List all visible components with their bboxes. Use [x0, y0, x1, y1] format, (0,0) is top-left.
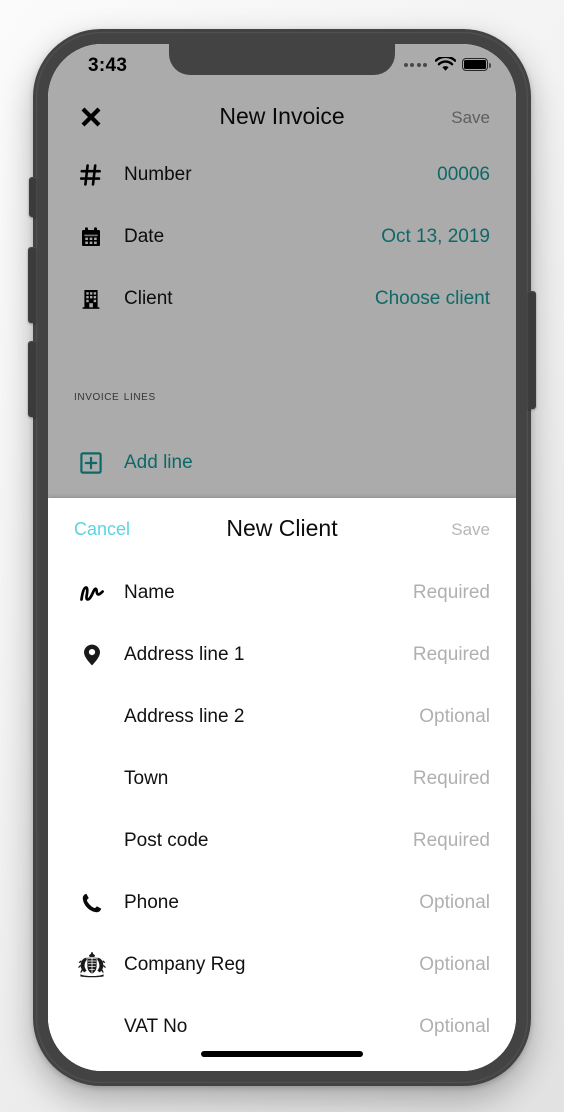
home-indicator[interactable]	[201, 1051, 363, 1057]
invoice-row-label: Date	[124, 226, 165, 247]
invoice-header: New Invoice Save	[48, 88, 516, 144]
invoice-row-client[interactable]: Client Choose client	[48, 268, 516, 330]
field-label: Company Reg	[124, 954, 246, 975]
invoice-save-button[interactable]: Save	[451, 108, 490, 128]
address-line-1-input[interactable]: Required	[413, 624, 490, 686]
coat-of-arms-icon	[74, 934, 110, 996]
field-row-company-reg[interactable]: Company Reg Optional	[48, 934, 516, 996]
town-input[interactable]: Required	[413, 748, 490, 810]
field-row-address-line-2[interactable]: Address line 2 Optional	[48, 686, 516, 748]
field-row-name[interactable]: Name Required	[48, 562, 516, 624]
wifi-icon	[435, 57, 456, 72]
phone-input[interactable]: Optional	[419, 872, 490, 934]
vat-no-input[interactable]: Optional	[419, 996, 490, 1058]
plus-box-icon	[74, 439, 108, 487]
invoice-row-number[interactable]: Number 00006	[48, 144, 516, 206]
volume-down-button[interactable]	[28, 247, 36, 323]
phone-device-frame: 3:43 New Invoice Save Number 00006 Date …	[28, 29, 536, 1086]
invoice-row-label: Client	[124, 288, 173, 309]
signal-strength-icon	[403, 62, 427, 67]
hash-icon	[74, 144, 108, 206]
invoice-row-date[interactable]: Date Oct 13, 2019	[48, 206, 516, 268]
name-input[interactable]: Required	[413, 562, 490, 624]
company-reg-input[interactable]: Optional	[419, 934, 490, 996]
field-label: Town	[124, 768, 169, 789]
status-time: 3:43	[88, 55, 128, 76]
silent-switch-button[interactable]	[29, 177, 36, 217]
invoice-number-value[interactable]: 00006	[437, 144, 490, 206]
field-row-town[interactable]: Town Required	[48, 748, 516, 810]
add-line-label: Add line	[124, 452, 193, 473]
device-notch	[169, 44, 395, 75]
battery-full-icon	[462, 58, 491, 71]
choose-client-button[interactable]: Choose client	[375, 268, 490, 330]
volume-up-button[interactable]	[28, 341, 36, 417]
new-client-sheet: Cancel New Client Save Name Required Add…	[48, 498, 516, 1071]
post-code-input[interactable]: Required	[413, 810, 490, 872]
field-label: Post code	[124, 830, 209, 851]
field-label: Address line 2	[124, 706, 245, 727]
power-button[interactable]	[528, 291, 536, 409]
field-label: Address line 1	[124, 644, 245, 665]
sheet-title: New Client	[226, 515, 338, 541]
location-pin-icon	[74, 624, 110, 686]
status-indicators	[403, 57, 491, 72]
field-label: VAT No	[124, 1016, 188, 1037]
invoice-lines-section-title: Invoice Lines	[74, 387, 156, 403]
page-title: New Invoice	[219, 103, 345, 129]
field-row-phone[interactable]: Phone Optional	[48, 872, 516, 934]
field-row-vat-no[interactable]: VAT No Optional	[48, 996, 516, 1058]
sheet-header: Cancel New Client Save	[48, 498, 516, 562]
building-icon	[74, 268, 108, 330]
invoice-date-value[interactable]: Oct 13, 2019	[381, 206, 490, 268]
field-label: Phone	[124, 892, 179, 913]
field-row-address-line-1[interactable]: Address line 1 Required	[48, 624, 516, 686]
field-row-post-code[interactable]: Post code Required	[48, 810, 516, 872]
calendar-icon	[74, 206, 108, 268]
address-line-2-input[interactable]: Optional	[419, 686, 490, 748]
phone-screen: 3:43 New Invoice Save Number 00006 Date …	[48, 44, 516, 1071]
add-line-button[interactable]: Add line	[48, 439, 516, 487]
page-background: 3:43 New Invoice Save Number 00006 Date …	[0, 0, 564, 1112]
signature-icon	[74, 562, 110, 624]
invoice-row-label: Number	[124, 164, 192, 185]
phone-icon	[74, 872, 110, 934]
sheet-save-button[interactable]: Save	[451, 520, 490, 540]
field-label: Name	[124, 582, 175, 603]
